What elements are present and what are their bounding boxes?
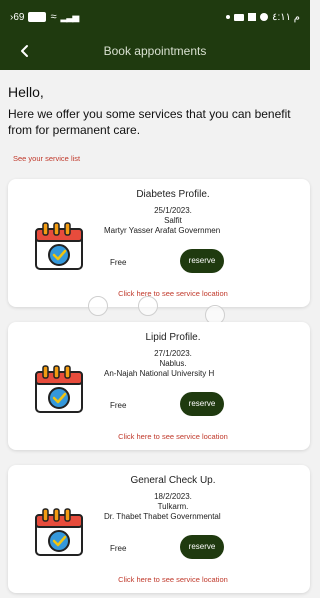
service-location-link[interactable]: Click here to see service location: [8, 289, 320, 298]
status-bar: ›69 ≈ ▂▃▅ ﻡ ٤:١١: [0, 0, 310, 34]
wifi-icon: ≈: [50, 11, 57, 23]
service-list-link[interactable]: See your service list: [13, 154, 80, 163]
reserve-button[interactable]: reserve: [180, 392, 224, 416]
notification-dot-icon: [226, 15, 231, 19]
service-price: Free: [110, 401, 127, 410]
status-time: ﻡ ٤:١١: [272, 11, 300, 23]
service-date: 27/1/2023.: [154, 349, 192, 358]
touch-ring: [138, 296, 158, 316]
video-icon: [234, 13, 245, 21]
service-place: An-Najah National University H: [104, 369, 215, 378]
intro-message: Here we offer you some services that you…: [8, 107, 291, 137]
service-card: Lipid Profile. 27/1/2023. Nablus. An-Naj…: [8, 322, 310, 450]
service-location-link[interactable]: Click here to see service location: [8, 575, 320, 584]
service-card: General Check Up. 18/2/2023. Tulkarm. Dr…: [8, 465, 310, 593]
service-place: Dr. Thabet Thabet Governmental: [104, 512, 221, 521]
service-price: Free: [110, 258, 127, 267]
battery-icon: [28, 12, 47, 22]
status-right: ﻡ ٤:١١: [226, 12, 300, 23]
calendar-check-icon: [35, 222, 83, 270]
calendar-check-icon: [35, 365, 83, 413]
app-status-icon: [260, 13, 269, 21]
service-price: Free: [110, 544, 127, 553]
reserve-button[interactable]: reserve: [180, 535, 224, 559]
service-place: Martyr Yasser Arafat Governmen: [104, 226, 221, 235]
page-title: Book appointments: [103, 44, 207, 58]
service-date: 25/1/2023.: [154, 206, 192, 215]
status-left: ›69 ≈ ▂▃▅: [10, 11, 80, 23]
signal-icon: ▂▃▅: [60, 11, 80, 22]
touch-ring: [88, 296, 108, 316]
service-date: 18/2/2023.: [154, 492, 192, 501]
service-title: Lipid Profile.: [145, 332, 201, 343]
service-title: General Check Up.: [130, 475, 216, 486]
image-icon: [248, 13, 257, 21]
greeting: Hello,: [8, 84, 44, 100]
status-left-text: ›69: [10, 11, 25, 23]
reserve-button[interactable]: reserve: [180, 249, 224, 273]
service-location-link[interactable]: Click here to see service location: [8, 432, 320, 441]
service-title: Diabetes Profile.: [136, 189, 210, 200]
service-card: Diabetes Profile. 25/1/2023. Salfit Mart…: [8, 179, 310, 307]
calendar-check-icon: [35, 508, 83, 556]
app-bar: Book appointments: [0, 34, 310, 70]
